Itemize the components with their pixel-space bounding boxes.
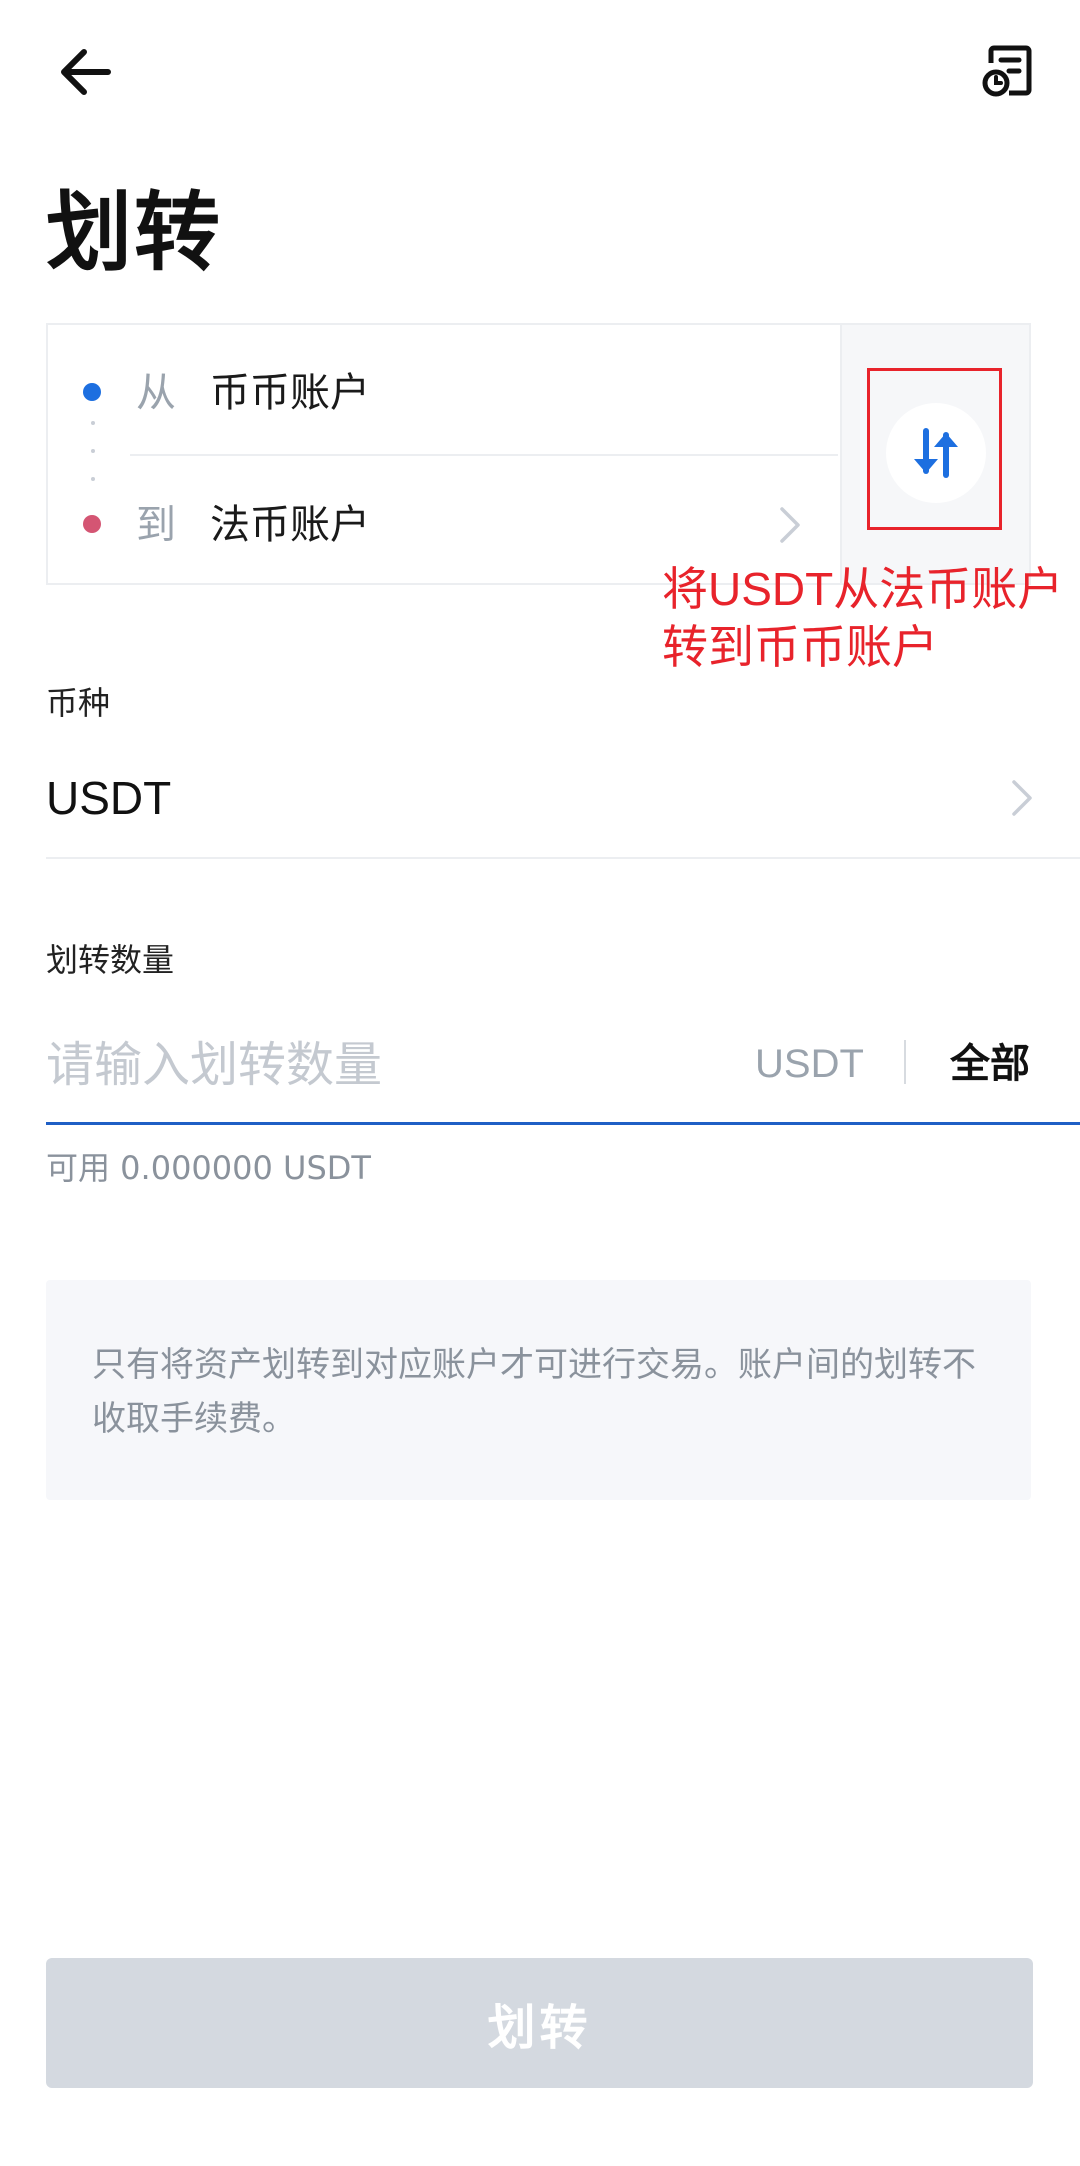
annotation-highlight-box [867,368,1002,530]
page-title: 划转 [46,183,222,283]
annotation-text: 将USDT从法币账户转到币币账户 [662,563,1064,673]
currency-label: 币种 [46,684,111,722]
from-indicator-dot [83,383,101,401]
notice-box: 只有将资产划转到对应账户才可进行交易。账户间的划转不收取手续费。 [46,1280,1031,1500]
back-arrow-icon [61,49,111,95]
connector-dot [91,449,95,453]
notice-text: 只有将资产划转到对应账户才可进行交易。账户间的划转不收取手续费。 [92,1345,976,1439]
from-label: 从 [136,370,176,416]
amount-label: 划转数量 [46,941,175,979]
account-divider [130,454,838,456]
chevron-right-icon[interactable] [770,500,810,550]
account-direction-panel: 从 币币账户 到 法币账户 [48,325,840,583]
transfer-submit-button[interactable]: 划转 [46,1958,1033,2088]
to-label: 到 [136,502,176,548]
amount-unit: USDT [755,1042,864,1086]
transfer-history-button[interactable] [966,30,1050,114]
transfer-history-icon [982,45,1032,97]
connector-dot [91,421,95,425]
currency-selector[interactable]: USDT [46,768,171,828]
to-indicator-dot [83,515,101,533]
available-balance: 可用 0.000000 USDT [46,1149,371,1187]
amount-separator [904,1040,906,1084]
amount-underline [46,1122,1080,1125]
chevron-right-icon[interactable] [1002,770,1042,826]
to-account-value[interactable]: 法币账户 [210,500,370,550]
amount-input[interactable] [46,1030,726,1100]
from-account-value[interactable]: 币币账户 [210,368,370,418]
currency-divider [46,857,1080,859]
connector-dot [91,477,95,481]
back-button[interactable] [44,30,128,114]
all-amount-button[interactable]: 全部 [950,1036,1030,1092]
